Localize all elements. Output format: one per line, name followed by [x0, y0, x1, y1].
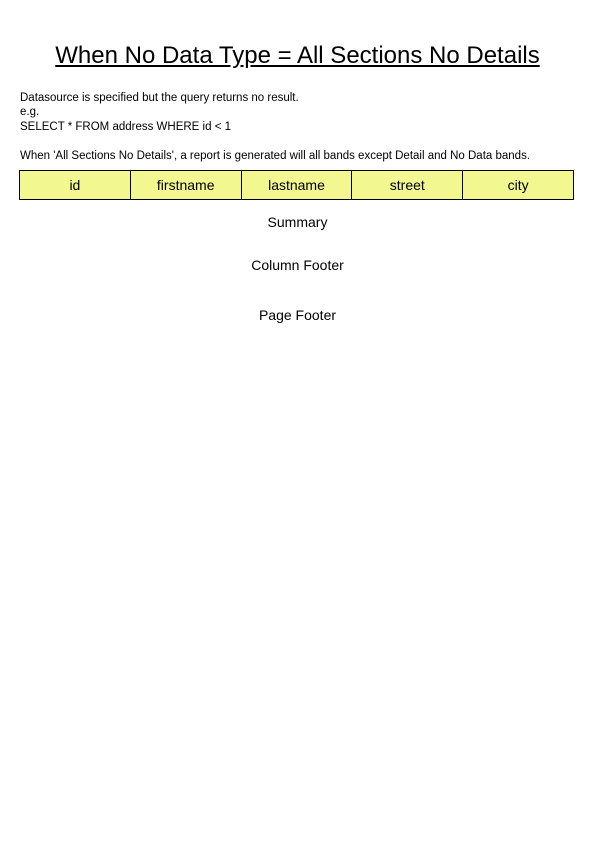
- description-line-1: Datasource is specified but the query re…: [20, 92, 299, 104]
- column-header-street: street: [352, 171, 464, 199]
- report-title: When No Data Type = All Sections No Deta…: [55, 42, 540, 69]
- column-header-band: id firstname lastname street city: [19, 170, 574, 200]
- column-header-id: id: [20, 171, 131, 199]
- description-sql-example: SELECT * FROM address WHERE id < 1: [20, 121, 232, 133]
- description-line-4: When 'All Sections No Details', a report…: [20, 150, 531, 162]
- column-header-firstname: firstname: [130, 171, 242, 199]
- column-footer-band: Column Footer: [251, 257, 344, 273]
- summary-band: Summary: [267, 214, 328, 230]
- column-header-city: city: [463, 171, 573, 199]
- column-header-lastname: lastname: [241, 171, 353, 199]
- page-footer-band: Page Footer: [258, 307, 337, 323]
- description-line-2: e.g.: [20, 106, 40, 118]
